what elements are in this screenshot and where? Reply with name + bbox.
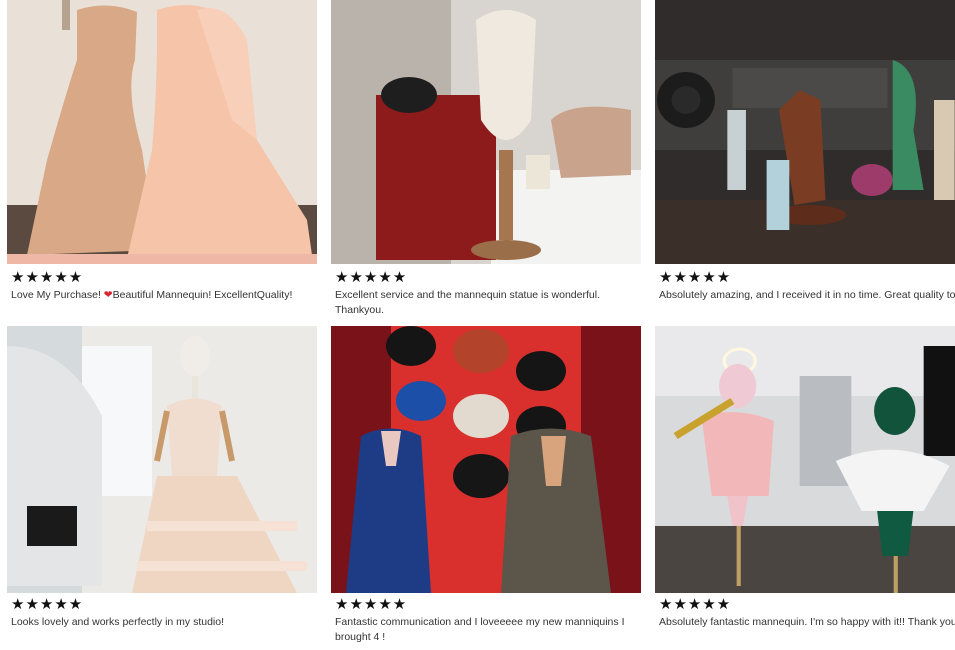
star-rating: ★★★★★: [335, 269, 408, 286]
review-card[interactable]: ★★★★★ Absolutely fantastic mannequin. I'…: [655, 326, 955, 650]
star-rating: ★★★★★: [11, 596, 84, 613]
review-card[interactable]: ★★★★★ Excellent service and the mannequi…: [331, 0, 641, 325]
review-photo[interactable]: [331, 326, 641, 593]
review-photo[interactable]: [655, 326, 955, 593]
review-card[interactable]: ★★★★★ Looks lovely and works perfectly i…: [7, 326, 317, 650]
star-rating: ★★★★★: [659, 596, 732, 613]
review-card[interactable]: ★★★★★ Love My Purchase! ❤Beautiful Manne…: [7, 0, 317, 325]
review-text: Love My Purchase! ❤Beautiful Mannequin! …: [11, 288, 317, 303]
star-rating: ★★★★★: [11, 269, 84, 286]
review-photo-grid: ★★★★★ Love My Purchase! ❤Beautiful Manne…: [0, 0, 955, 650]
review-text: Excellent service and the mannequin stat…: [335, 289, 600, 316]
review-text-end: Beautiful Mannequin! ExcellentQuality!: [112, 289, 293, 301]
star-rating: ★★★★★: [335, 596, 408, 613]
review-photo[interactable]: [331, 0, 641, 264]
review-photo[interactable]: [655, 0, 955, 264]
review-photo[interactable]: [7, 326, 317, 593]
review-text: Looks lovely and works perfectly in my s…: [11, 616, 225, 628]
review-card[interactable]: ★★★★★ Fantastic communication and I love…: [331, 326, 641, 650]
heart-icon: ❤: [103, 289, 113, 301]
star-rating: ★★★★★: [659, 269, 732, 286]
review-card[interactable]: ★★★★★ Absolutely amazing, and I received…: [655, 0, 955, 325]
review-text: Fantastic communication and I loveeeee m…: [335, 616, 625, 643]
review-text-start: Love My Purchase!: [11, 289, 104, 301]
review-photo[interactable]: [7, 0, 317, 264]
review-text: Absolutely amazing, and I received it in…: [659, 289, 955, 301]
review-text: Absolutely fantastic mannequin. I'm so h…: [659, 616, 955, 628]
